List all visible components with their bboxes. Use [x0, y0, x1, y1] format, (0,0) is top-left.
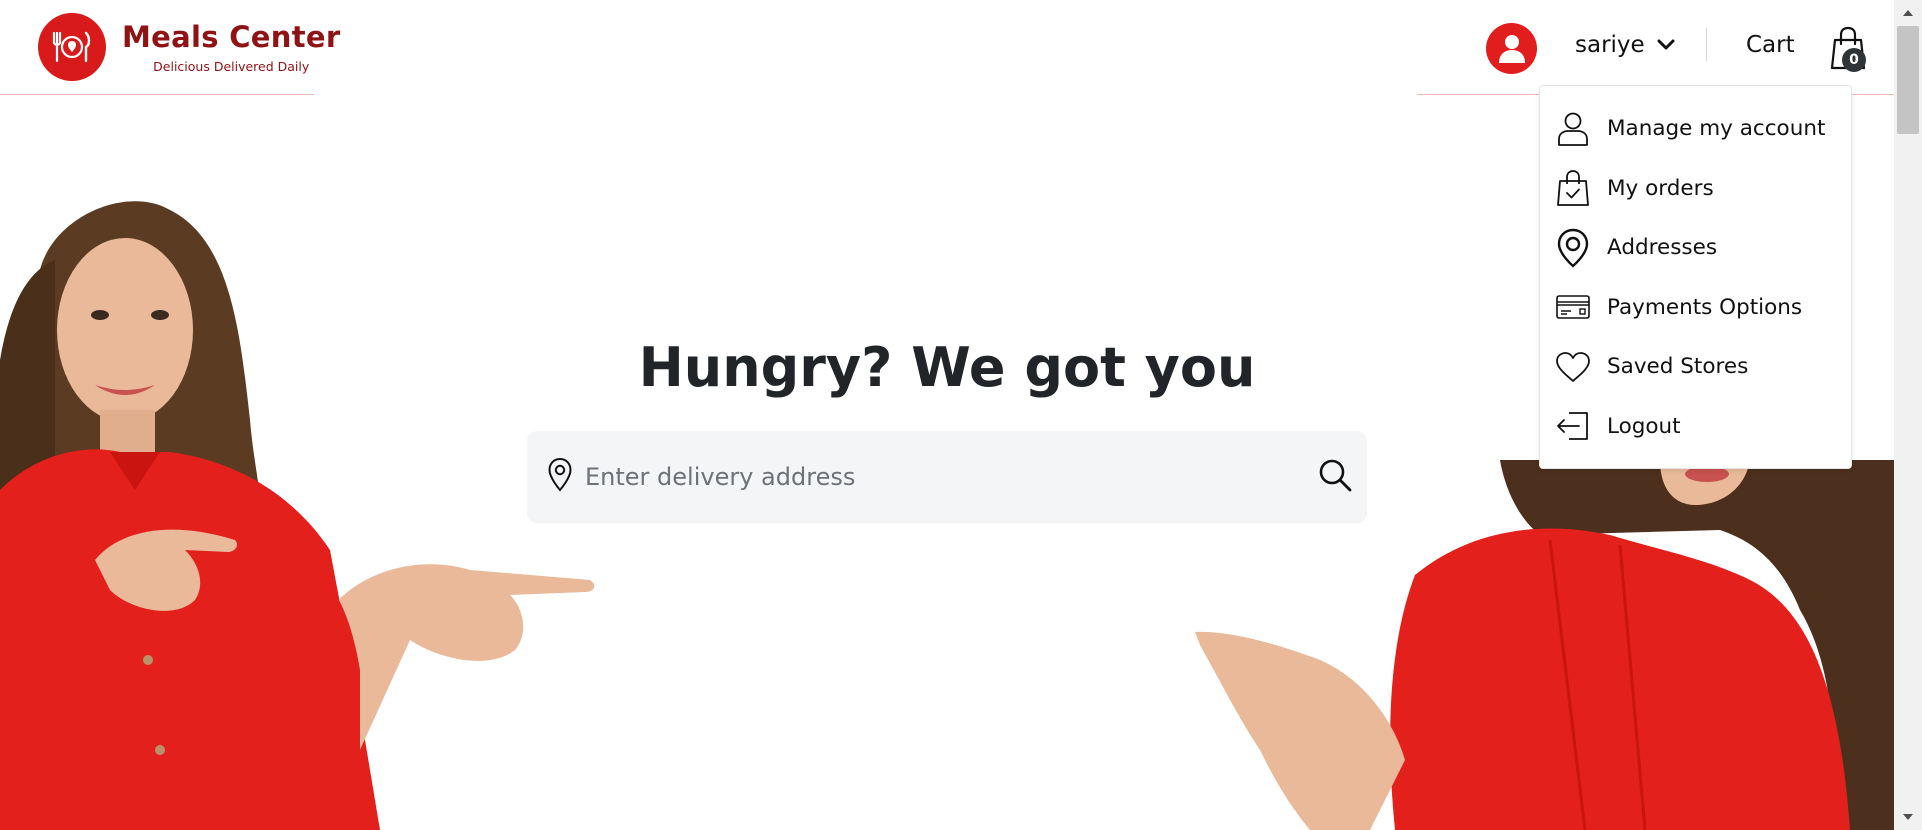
cart-count-badge: 0 [1842, 48, 1866, 72]
menu-item-logout[interactable]: Logout [1540, 397, 1851, 457]
shopping-bag-check-icon [1555, 170, 1591, 207]
map-pin-icon [1555, 228, 1591, 268]
delivery-address-input[interactable] [585, 451, 1285, 503]
header-divider [1706, 28, 1707, 61]
user-avatar-icon[interactable] [1486, 23, 1537, 74]
scrollbar-thumb[interactable] [1897, 26, 1919, 134]
user-menu-toggle[interactable]: sariye [1575, 32, 1675, 58]
menu-item-label: Payments Options [1607, 294, 1803, 320]
scroll-up-arrow-icon[interactable] [1894, 0, 1922, 26]
menu-item-addresses[interactable]: Addresses [1540, 218, 1851, 278]
map-pin-icon [547, 457, 573, 497]
hero-person-left-image [0, 201, 595, 830]
logout-icon [1555, 408, 1591, 444]
menu-item-label: Manage my account [1607, 116, 1826, 142]
account-dropdown-menu: Manage my account My orders Addresses Pa… [1539, 85, 1852, 469]
user-name: sariye [1575, 32, 1645, 58]
cart-link[interactable]: Cart [1746, 32, 1795, 58]
logo-tagline: Delicious Delivered Daily [153, 58, 310, 74]
logo-title: Meals Center [122, 19, 341, 54]
chevron-down-icon [1657, 39, 1675, 51]
menu-item-label: Saved Stores [1607, 354, 1749, 380]
credit-card-icon [1555, 289, 1591, 325]
logo-link[interactable]: Meals Center Delicious Delivered Daily [38, 13, 340, 81]
user-outline-icon [1555, 111, 1591, 147]
menu-item-label: Addresses [1607, 235, 1718, 261]
menu-item-my-orders[interactable]: My orders [1540, 159, 1851, 219]
menu-item-saved-stores[interactable]: Saved Stores [1540, 337, 1851, 397]
address-search-box [527, 431, 1367, 523]
menu-item-label: My orders [1607, 175, 1714, 201]
header-underline-left [0, 94, 314, 95]
menu-item-manage-account[interactable]: Manage my account [1540, 99, 1851, 159]
logo-icon [38, 13, 106, 81]
search-button[interactable] [1313, 455, 1357, 499]
heart-icon [1555, 349, 1591, 385]
menu-item-payment-options[interactable]: Payments Options [1540, 278, 1851, 338]
search-icon [1317, 457, 1353, 497]
scroll-down-arrow-icon[interactable] [1894, 804, 1922, 830]
menu-item-label: Logout [1607, 413, 1681, 439]
site-header: Meals Center Delicious Delivered Daily s… [0, 0, 1894, 96]
